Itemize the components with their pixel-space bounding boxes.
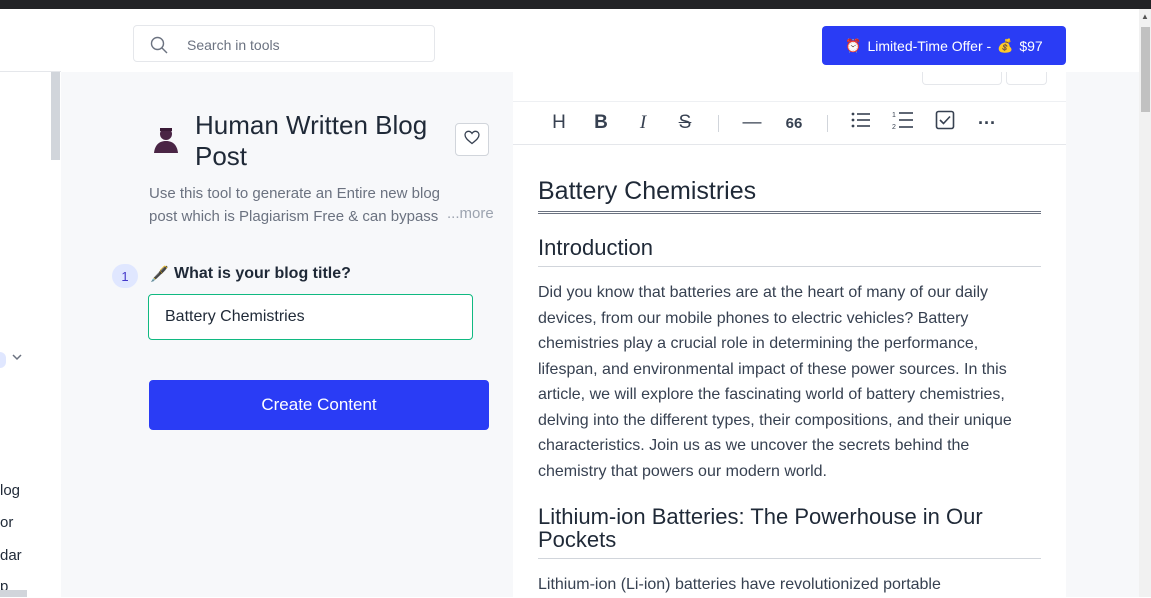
title-underline <box>538 211 1041 214</box>
blog-title-input[interactable] <box>148 294 473 340</box>
more-options-button[interactable]: ··· <box>972 108 1002 138</box>
offer-label: Limited-Time Offer - <box>867 37 992 54</box>
step-number-badge: 1 <box>112 264 138 288</box>
toolbar-separator <box>827 115 828 132</box>
blog-title-label: What is your blog title? <box>174 265 351 282</box>
heading-underline <box>538 266 1041 267</box>
money-bag-icon: 💰 <box>997 37 1014 53</box>
blockquote-button[interactable]: 66 <box>779 108 809 138</box>
search-input[interactable]: Search in tools <box>133 25 435 62</box>
chevron-down-icon[interactable] <box>12 350 22 365</box>
editor-options-button[interactable] <box>1006 72 1047 85</box>
numbered-list-button[interactable]: 12 <box>888 108 918 138</box>
sidebar-item-calendar[interactable]: dar <box>0 547 22 564</box>
search-placeholder: Search in tools <box>187 37 280 53</box>
toolbar-separator <box>718 115 719 132</box>
svg-text:2: 2 <box>892 124 896 130</box>
search-icon <box>150 36 168 59</box>
section-heading-lithium-ion: Lithium-ion Batteries: The Powerhouse in… <box>538 504 983 552</box>
offer-price: $97 <box>1019 37 1043 54</box>
bullet-list-button[interactable] <box>846 108 876 138</box>
tool-description: Use this tool to generate an Entire new … <box>149 185 441 225</box>
sidebar-item-editor[interactable]: or <box>0 514 13 531</box>
checklist-button[interactable] <box>930 108 960 138</box>
numbered-list-icon: 12 <box>892 110 914 136</box>
person-icon <box>153 126 179 159</box>
checkbox-icon <box>935 110 955 136</box>
alarm-clock-icon: ⏰ <box>845 37 862 53</box>
strikethrough-button[interactable]: S <box>670 108 700 138</box>
italic-button[interactable]: I <box>628 108 658 138</box>
document-title: Battery Chemistries <box>538 177 757 205</box>
sidebar-item-blog[interactable]: log <box>0 482 20 499</box>
heart-icon <box>464 130 480 150</box>
bullet-list-icon <box>851 111 871 135</box>
pen-icon: 🖋️ <box>150 266 169 283</box>
heading-button[interactable]: H <box>544 108 574 138</box>
browser-top-strip <box>0 0 1151 9</box>
limited-offer-button[interactable]: ⏰ Limited-Time Offer - 💰 $97 <box>822 26 1066 65</box>
sidebar-bottom-bar <box>0 590 27 597</box>
section-heading-introduction: Introduction <box>538 235 653 260</box>
sidebar-scrollbar[interactable] <box>51 72 60 160</box>
horizontal-rule-button[interactable]: — <box>737 108 767 138</box>
svg-text:1: 1 <box>892 112 896 119</box>
editor-action-button[interactable] <box>922 72 1002 85</box>
scrollbar-thumb[interactable] <box>1141 27 1150 112</box>
more-link[interactable]: ...more <box>445 205 494 222</box>
favorite-button[interactable] <box>455 123 489 156</box>
paragraph-lithium-ion: Lithium-ion (Li-ion) batteries have revo… <box>538 576 941 593</box>
create-content-button[interactable]: Create Content <box>149 380 489 430</box>
tool-title: Human Written Blog Post <box>195 110 428 171</box>
bold-button[interactable]: B <box>586 108 616 138</box>
scroll-up-arrow-icon[interactable]: ▲ <box>1141 12 1149 21</box>
heading-underline <box>538 558 1041 559</box>
paragraph-introduction: Did you know that batteries are at the h… <box>538 284 1012 480</box>
editor-margin <box>1066 72 1139 597</box>
